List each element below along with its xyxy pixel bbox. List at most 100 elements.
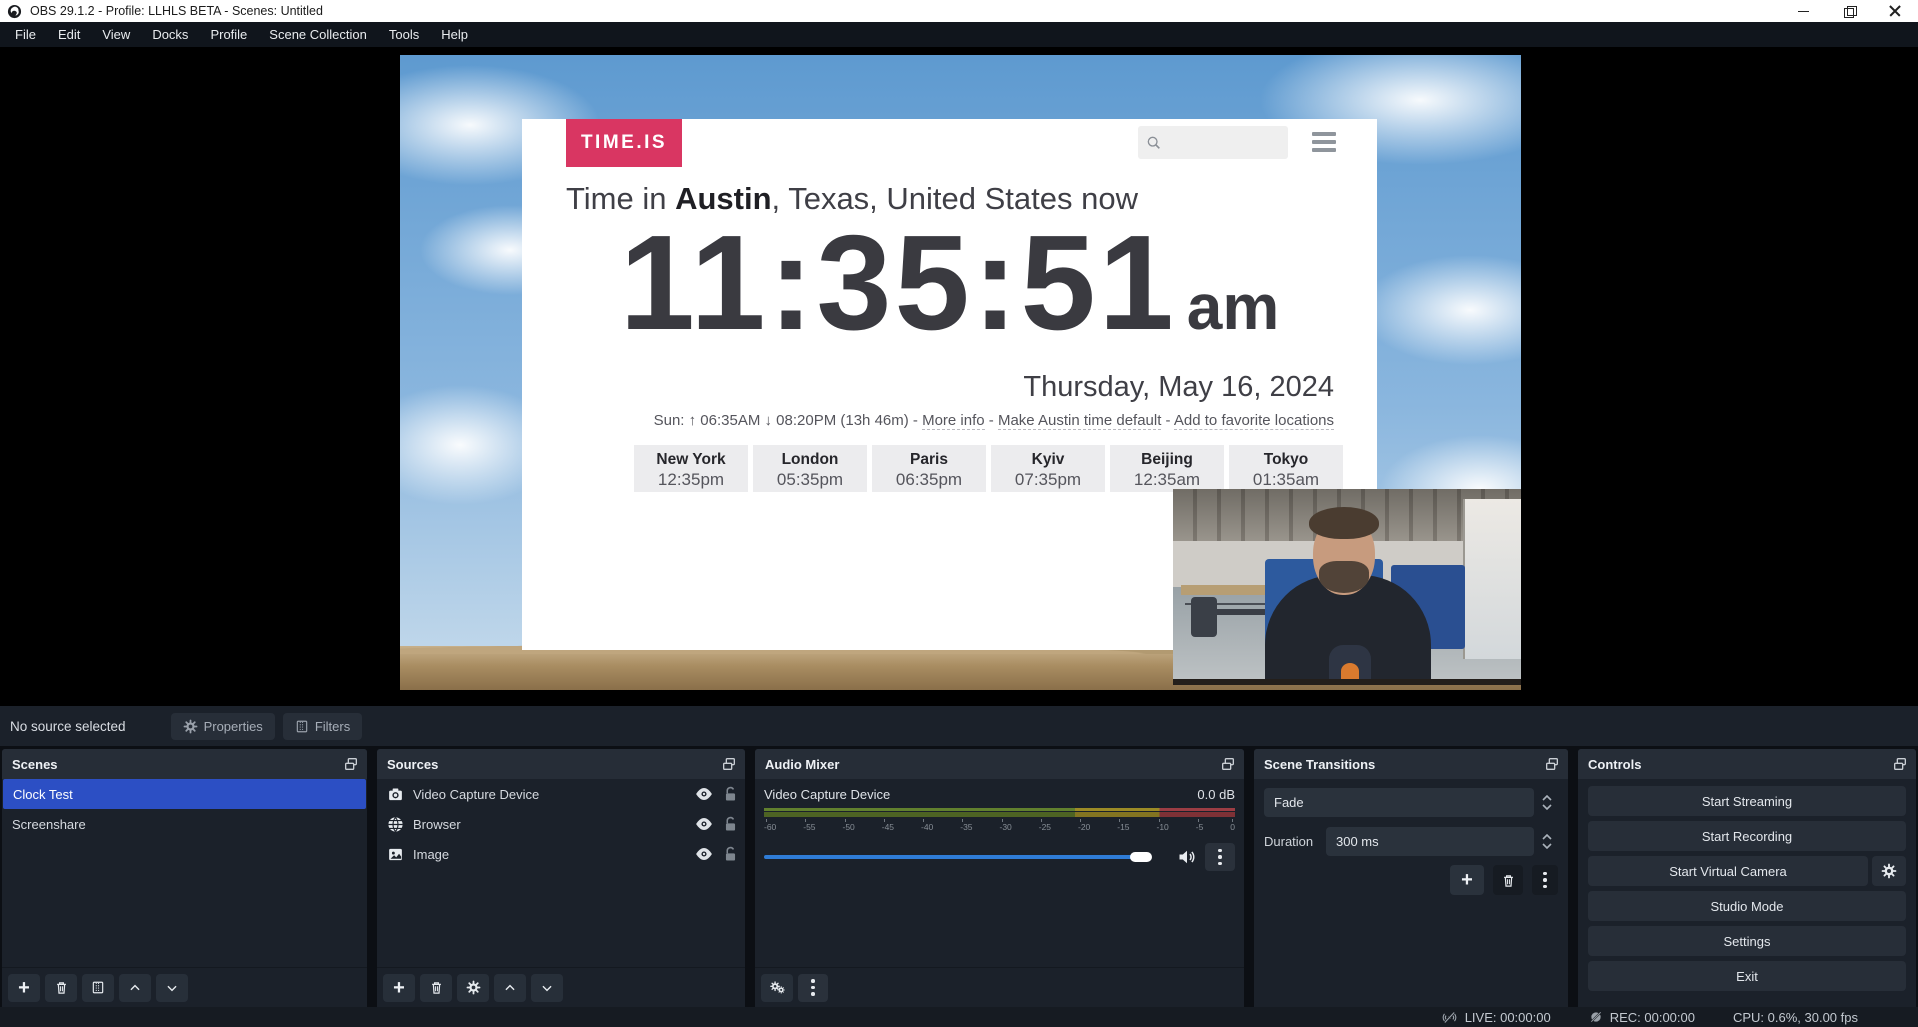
settings-button[interactable]: Settings (1588, 926, 1906, 956)
popout-icon[interactable] (1220, 756, 1236, 772)
menu-docks[interactable]: Docks (141, 22, 199, 47)
popout-icon[interactable] (721, 756, 737, 772)
start-recording-button[interactable]: Start Recording (1588, 821, 1906, 851)
video-frame: TIME.IS Time in Austin, Texas, United St… (400, 55, 1521, 690)
trash-icon (1501, 873, 1516, 888)
duration-input[interactable]: 300 ms (1326, 827, 1534, 856)
scene-item-clock-test[interactable]: Clock Test (3, 779, 366, 809)
menu-help[interactable]: Help (430, 22, 479, 47)
close-button[interactable] (1872, 0, 1918, 22)
visibility-eye-icon[interactable] (695, 787, 713, 801)
meter-tick-labels: -60-55-50-45-40-35-30-25-20-15-10-50 (764, 819, 1235, 832)
menu-file[interactable]: File (4, 22, 47, 47)
volume-slider-handle[interactable] (1130, 852, 1152, 862)
add-source-button[interactable]: + (383, 974, 415, 1002)
remove-source-button[interactable] (420, 974, 452, 1002)
properties-button[interactable]: Properties (171, 713, 275, 740)
remove-scene-button[interactable] (45, 974, 77, 1002)
audio-mixer-panel: Audio Mixer Video Capture Device 0.0 dB … (755, 749, 1244, 1007)
rec-status: REC: 00:00:00 (1589, 1010, 1695, 1025)
city-cell[interactable]: Tokyo01:35am (1229, 445, 1343, 492)
popout-icon[interactable] (343, 756, 359, 772)
advanced-audio-button[interactable] (761, 974, 793, 1002)
transition-menu-button[interactable] (1532, 865, 1558, 895)
person-beard (1319, 561, 1369, 593)
make-default-link[interactable]: Make Austin time default (998, 412, 1161, 430)
minimize-button[interactable] (1780, 0, 1826, 22)
move-scene-up-button[interactable] (119, 974, 151, 1002)
title-bar: OBS 29.1.2 - Profile: LLHLS BETA - Scene… (0, 0, 1918, 22)
image-icon (387, 846, 404, 863)
menu-view[interactable]: View (91, 22, 141, 47)
volume-slider[interactable] (764, 846, 1169, 868)
studio-mode-button[interactable]: Studio Mode (1588, 891, 1906, 921)
obs-window: OBS 29.1.2 - Profile: LLHLS BETA - Scene… (0, 0, 1918, 1027)
search-input[interactable] (1138, 126, 1288, 159)
chevron-up-icon (128, 981, 142, 995)
trash-icon (429, 980, 444, 995)
visibility-eye-icon[interactable] (695, 817, 713, 831)
mixer-channel-menu-button[interactable] (1205, 843, 1235, 871)
double-gear-icon (769, 980, 786, 995)
start-virtual-camera-button[interactable]: Start Virtual Camera (1588, 856, 1868, 886)
duration-spinner-arrows[interactable] (1536, 834, 1558, 849)
more-info-link[interactable]: More info (922, 412, 985, 430)
mixer-channel-name: Video Capture Device (764, 787, 890, 802)
transitions-header: Scene Transitions (1254, 749, 1568, 779)
add-scene-button[interactable]: + (8, 974, 40, 1002)
menu-edit[interactable]: Edit (47, 22, 91, 47)
menu-tools[interactable]: Tools (378, 22, 430, 47)
source-item-video-capture[interactable]: Video Capture Device (377, 779, 745, 809)
add-transition-button[interactable]: + (1450, 865, 1484, 895)
close-icon (1889, 5, 1901, 17)
timeis-logo[interactable]: TIME.IS (566, 119, 682, 167)
scenes-toolbar: + (2, 967, 367, 1007)
city-cell[interactable]: London05:35pm (753, 445, 867, 492)
source-item-browser[interactable]: Browser (377, 809, 745, 839)
scene-filters-button[interactable] (82, 974, 114, 1002)
mixer-menu-button[interactable] (798, 974, 828, 1002)
source-properties-button[interactable] (457, 974, 489, 1002)
lock-unlocked-icon[interactable] (724, 786, 737, 802)
city-cell[interactable]: Beijing12:35am (1110, 445, 1224, 492)
add-favorite-link[interactable]: Add to favorite locations (1174, 412, 1334, 430)
window-title: OBS 29.1.2 - Profile: LLHLS BETA - Scene… (30, 4, 323, 18)
lock-unlocked-icon[interactable] (724, 816, 737, 832)
start-streaming-button[interactable]: Start Streaming (1588, 786, 1906, 816)
city-cell[interactable]: New York12:35pm (634, 445, 748, 492)
preview-area[interactable]: TIME.IS Time in Austin, Texas, United St… (0, 47, 1918, 706)
move-source-up-button[interactable] (494, 974, 526, 1002)
cloud (1360, 255, 1521, 365)
exit-button[interactable]: Exit (1588, 961, 1906, 991)
transitions-body: Fade Duration 300 ms + (1254, 779, 1568, 1007)
popout-icon[interactable] (1544, 756, 1560, 772)
speaker-icon[interactable] (1177, 847, 1197, 867)
source-item-image[interactable]: Image (377, 839, 745, 869)
webcam-window (1463, 499, 1521, 659)
lock-unlocked-icon[interactable] (724, 846, 737, 862)
scene-item-screenshare[interactable]: Screenshare (2, 809, 367, 839)
filters-button[interactable]: Filters (283, 713, 362, 740)
transition-select-arrows[interactable] (1536, 795, 1558, 810)
move-source-down-button[interactable] (531, 974, 563, 1002)
camera-icon (387, 786, 404, 803)
scene-transitions-panel: Scene Transitions Fade Duration 300 ms (1254, 749, 1568, 1007)
restore-icon (1844, 6, 1855, 17)
world-cities-row: New York12:35pm London05:35pm Paris06:35… (634, 445, 1343, 492)
menu-scene-collection[interactable]: Scene Collection (258, 22, 378, 47)
move-scene-down-button[interactable] (156, 974, 188, 1002)
restore-button[interactable] (1826, 0, 1872, 22)
popout-icon[interactable] (1892, 756, 1908, 772)
caret-down-icon (1542, 843, 1552, 849)
city-cell[interactable]: Paris06:35pm (872, 445, 986, 492)
menu-profile[interactable]: Profile (199, 22, 258, 47)
city-cell[interactable]: Kyiv07:35pm (991, 445, 1105, 492)
hamburger-menu-icon[interactable] (1312, 132, 1336, 152)
remove-transition-button[interactable] (1493, 865, 1523, 895)
transition-select[interactable]: Fade (1264, 788, 1534, 817)
controls-body: Start Streaming Start Recording Start Vi… (1578, 779, 1916, 1007)
visibility-eye-icon[interactable] (695, 847, 713, 861)
current-time: 11:35:51 (620, 215, 1177, 350)
virtual-camera-settings-button[interactable] (1872, 856, 1906, 886)
mixer-level-db: 0.0 dB (1197, 787, 1235, 802)
